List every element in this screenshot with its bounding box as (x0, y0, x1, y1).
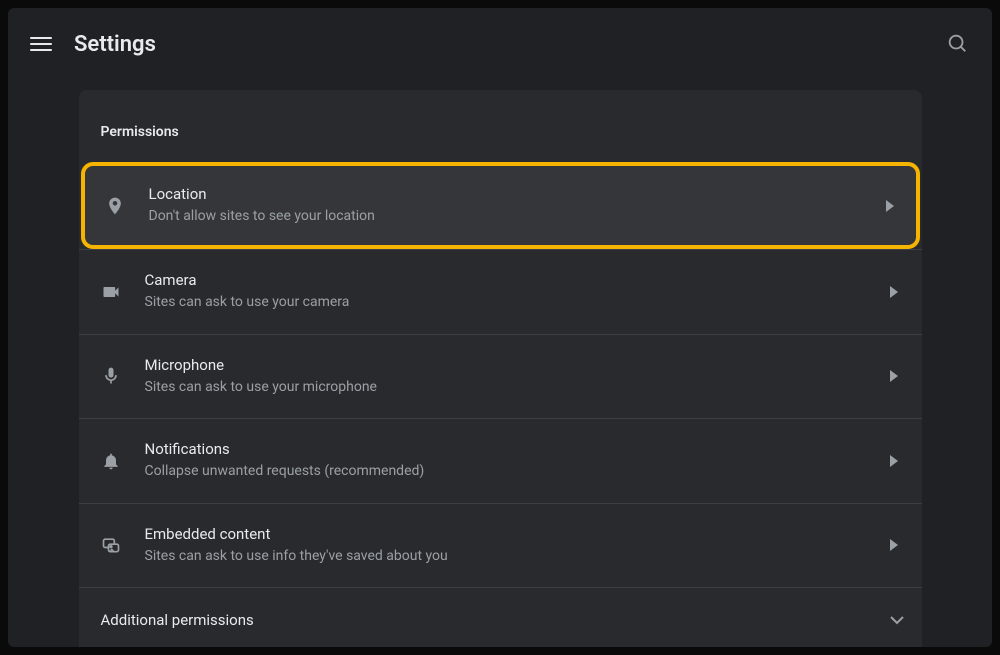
chevron-right-icon (886, 200, 896, 212)
permission-row-microphone[interactable]: Microphone Sites can ask to use your mic… (79, 334, 922, 418)
permission-row-embedded-content[interactable]: Embedded content Sites can ask to use in… (79, 503, 922, 587)
camera-icon (101, 282, 145, 302)
bell-icon (101, 451, 145, 471)
permission-subtitle: Don't allow sites to see your location (149, 205, 886, 227)
additional-permissions-row[interactable]: Additional permissions (79, 587, 922, 647)
permission-title: Notifications (145, 439, 890, 460)
permission-row-location[interactable]: Location Don't allow sites to see your l… (81, 162, 920, 249)
permission-row-camera[interactable]: Camera Sites can ask to use your camera (79, 249, 922, 333)
permission-title: Location (149, 184, 886, 205)
chevron-right-icon (890, 455, 900, 467)
permission-title: Embedded content (145, 524, 890, 545)
app-header: Settings (8, 8, 992, 80)
microphone-icon (101, 366, 145, 386)
location-icon (105, 196, 149, 216)
page-title: Settings (74, 32, 156, 57)
chevron-right-icon (890, 539, 900, 551)
permission-subtitle: Sites can ask to use your camera (145, 291, 890, 313)
permission-subtitle: Sites can ask to use your microphone (145, 376, 890, 398)
permission-title: Camera (145, 270, 890, 291)
chevron-right-icon (890, 286, 900, 298)
permission-title: Microphone (145, 355, 890, 376)
menu-icon[interactable] (30, 33, 52, 55)
chevron-right-icon (890, 370, 900, 382)
permission-subtitle: Collapse unwanted requests (recommended) (145, 460, 890, 482)
additional-permissions-label: Additional permissions (101, 610, 890, 631)
permission-row-notifications[interactable]: Notifications Collapse unwanted requests… (79, 418, 922, 502)
section-title: Permissions (79, 124, 922, 162)
permission-subtitle: Sites can ask to use info they've saved … (145, 545, 890, 567)
settings-panel: Permissions Location Don't allow sites t… (79, 90, 922, 647)
embedded-content-icon (101, 535, 145, 555)
search-icon[interactable] (946, 32, 970, 56)
chevron-down-icon (890, 616, 900, 625)
